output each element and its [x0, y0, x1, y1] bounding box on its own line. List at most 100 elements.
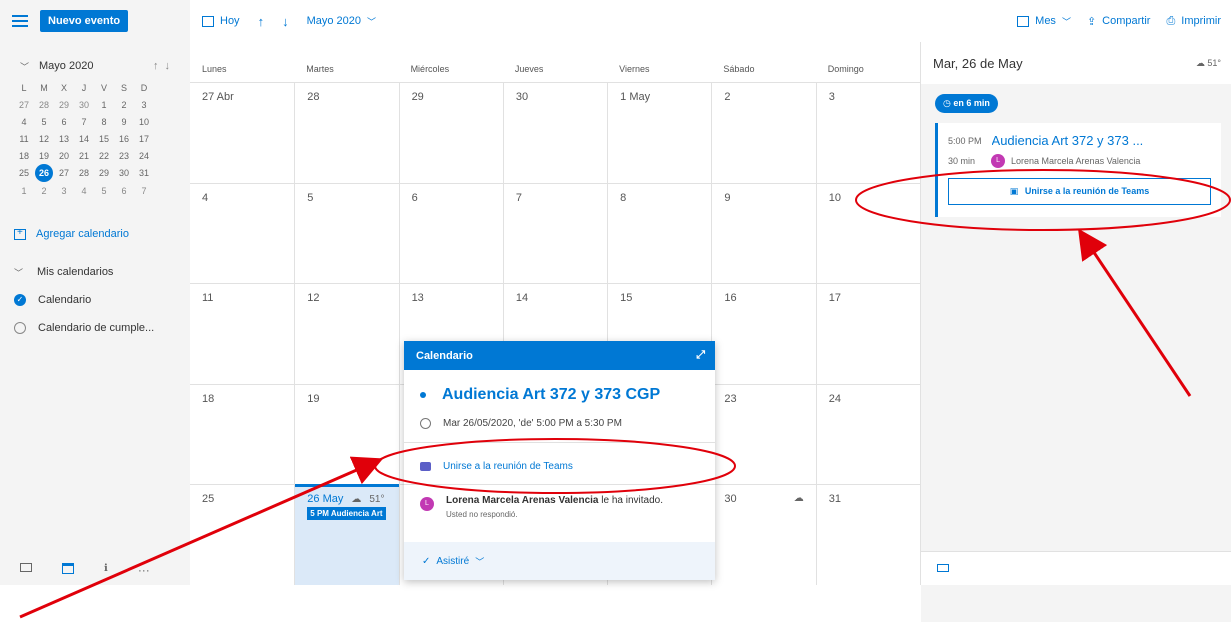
keyboard-icon[interactable] [937, 564, 949, 572]
day-cell[interactable]: 25 [190, 485, 294, 585]
mini-day[interactable]: 25 [14, 165, 34, 181]
mini-day[interactable]: 3 [134, 97, 154, 113]
mini-day[interactable]: 10 [134, 114, 154, 130]
agenda-event-card[interactable]: 5:00 PM Audiencia Art 372 y 373 ... 30 m… [935, 123, 1221, 217]
day-cell[interactable]: 12 [294, 284, 398, 384]
mini-day[interactable]: 21 [74, 148, 94, 164]
day-cell[interactable]: 4 [190, 184, 294, 284]
day-cell[interactable]: 18 [190, 385, 294, 485]
day-cell[interactable]: 17 [815, 284, 920, 384]
mini-day[interactable]: 1 [14, 183, 34, 199]
mini-day[interactable]: 5 [34, 114, 54, 130]
day-cell[interactable]: 24 [815, 384, 920, 485]
mini-day[interactable]: 14 [74, 131, 94, 147]
mini-day[interactable]: 3 [54, 183, 74, 199]
day-cell[interactable]: 27 Abr [190, 83, 294, 183]
mini-day[interactable]: 28 [34, 97, 54, 113]
day-cell[interactable]: 23 [711, 384, 815, 485]
expand-icon[interactable]: ⤢ [696, 349, 705, 362]
event-title[interactable]: Audiencia Art 372 y 373 ... [992, 133, 1144, 148]
mini-day[interactable]: 6 [114, 183, 134, 199]
previous-arrow-icon[interactable]: ↑ [258, 14, 265, 29]
join-teams-link[interactable]: Unirse a la reunión de Teams [420, 461, 715, 472]
day-cell[interactable]: 30 ☁ [711, 485, 815, 585]
mini-day[interactable]: 13 [54, 131, 74, 147]
mini-day[interactable]: 24 [134, 148, 154, 164]
day-cell[interactable]: 5 [294, 183, 398, 284]
mini-day[interactable]: 19 [34, 148, 54, 164]
day-cell[interactable]: 31 [815, 485, 920, 585]
event-chip[interactable]: 5 PM Audiencia Art [307, 507, 386, 521]
today-button[interactable]: Hoy [202, 15, 240, 27]
mini-day[interactable]: 5 [94, 183, 114, 199]
mini-day[interactable]: 30 [74, 97, 94, 113]
day-cell[interactable]: 30 [502, 83, 607, 183]
mini-day[interactable]: 12 [34, 131, 54, 147]
mini-day[interactable]: 26 [35, 164, 53, 182]
print-button[interactable]: ⎙ Imprimir [1166, 15, 1221, 28]
calendar-item-calendario[interactable]: ✓ Calendario [0, 289, 190, 311]
calendar-icon[interactable] [62, 563, 74, 574]
day-cell[interactable]: 7 [502, 183, 607, 284]
day-cell[interactable]: 29 [398, 83, 503, 183]
mini-calendar-nav-arrows[interactable]: ↑↓ [153, 60, 176, 72]
mini-day[interactable]: 22 [94, 148, 114, 164]
mini-day[interactable]: 29 [94, 165, 114, 181]
mini-day[interactable]: 31 [134, 165, 154, 181]
mini-day[interactable]: 27 [14, 97, 34, 113]
mini-day[interactable]: 23 [114, 148, 134, 164]
mini-calendar-title[interactable]: Mayo 2020 [39, 60, 153, 72]
chevron-down-icon[interactable]: ﹀ [20, 60, 29, 73]
mini-day[interactable]: 17 [134, 131, 154, 147]
mini-day[interactable]: 27 [54, 165, 74, 181]
mini-day[interactable]: 7 [74, 114, 94, 130]
next-arrow-icon[interactable]: ↓ [282, 14, 289, 29]
hamburger-icon[interactable] [12, 15, 28, 27]
unchecked-circle-icon[interactable] [14, 322, 26, 334]
mini-day[interactable]: 4 [74, 183, 94, 199]
new-event-button[interactable]: Nuevo evento [40, 10, 129, 32]
mini-day[interactable]: 1 [94, 97, 114, 113]
day-cell[interactable]: 28 [294, 83, 398, 183]
mini-day[interactable]: 28 [74, 165, 94, 181]
mini-day[interactable]: 6 [54, 114, 74, 130]
checkmark-icon[interactable]: ✓ [14, 294, 26, 306]
calendar-item-birthdays[interactable]: Calendario de cumple... [0, 317, 190, 339]
day-cell[interactable]: 10 [815, 183, 920, 284]
share-button[interactable]: ⇪ Compartir [1087, 15, 1151, 28]
more-icon[interactable]: ··· [138, 563, 150, 577]
mini-day[interactable]: 20 [54, 148, 74, 164]
month-selector[interactable]: Mayo 2020 ﹀ [307, 15, 376, 28]
my-calendars-group[interactable]: ﹀ Mis calendarios [0, 261, 190, 283]
day-cell[interactable]: 16 [711, 284, 815, 384]
day-cell[interactable]: 6 [398, 183, 503, 284]
mini-day[interactable]: 15 [94, 131, 114, 147]
day-cell[interactable]: 1 May [607, 83, 711, 183]
mini-day[interactable]: 7 [134, 183, 154, 199]
mini-day[interactable]: 9 [114, 114, 134, 130]
mini-day[interactable]: 11 [14, 131, 34, 147]
mini-day[interactable]: 18 [14, 148, 34, 164]
mini-day[interactable]: 16 [114, 131, 134, 147]
rsvp-button[interactable]: Asistiré [436, 556, 469, 567]
day-cell[interactable]: 9 [711, 183, 815, 284]
chevron-down-icon[interactable]: ﹀ [475, 555, 484, 568]
view-selector[interactable]: Mes ﹀ [1017, 15, 1071, 28]
day-cell[interactable]: 3 [815, 83, 920, 183]
day-cell[interactable]: 8 [607, 183, 711, 284]
day-cell[interactable]: 2 [711, 83, 815, 183]
join-teams-button[interactable]: ▣ Unirse a la reunión de Teams [948, 178, 1211, 205]
mini-day[interactable]: 8 [94, 114, 114, 130]
add-calendar-link[interactable]: Agregar calendario [0, 223, 190, 245]
day-cell[interactable]: 19 [294, 384, 398, 485]
mail-icon[interactable] [20, 563, 32, 572]
day-cell[interactable]: 26 May ☁ 51° 5 PM Audiencia Art [294, 484, 399, 585]
people-icon[interactable]: ℹ [104, 563, 108, 577]
mini-day[interactable]: 2 [114, 97, 134, 113]
mini-day[interactable]: 2 [34, 183, 54, 199]
day-cell[interactable]: 11 [190, 284, 294, 384]
mini-day[interactable]: 4 [14, 114, 34, 130]
mini-day[interactable]: 29 [54, 97, 74, 113]
popup-title-text[interactable]: Audiencia Art 372 y 373 CGP [442, 386, 660, 404]
mini-day[interactable]: 30 [114, 165, 134, 181]
